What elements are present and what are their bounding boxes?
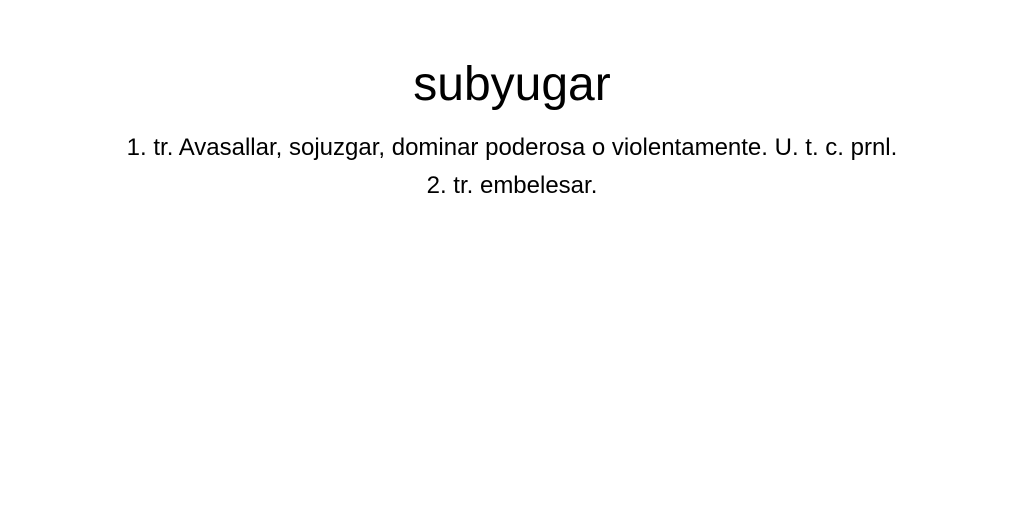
definition-list: 1. tr. Avasallar, sojuzgar, dominar pode…: [0, 129, 1024, 205]
definition-2: 2. tr. embelesar.: [426, 172, 598, 199]
entry-term: subyugar: [413, 58, 611, 111]
definition-1: 1. tr. Avasallar, sojuzgar, dominar pode…: [126, 134, 898, 161]
dictionary-entry: subyugar 1. tr. Avasallar, sojuzgar, dom…: [0, 0, 1024, 512]
